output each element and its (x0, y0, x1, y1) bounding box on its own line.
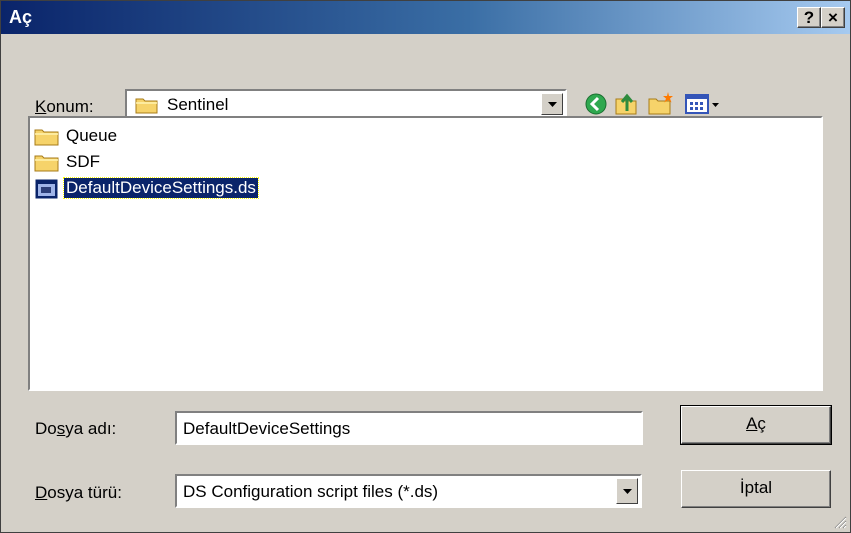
filename-value: DefaultDeviceSettings (183, 419, 351, 438)
chevron-down-icon (548, 102, 557, 107)
location-label: Konum: (35, 97, 94, 116)
close-button[interactable]: × (821, 7, 845, 28)
new-folder-icon[interactable] (646, 89, 676, 119)
file-name: SDF (66, 152, 100, 171)
folder-icon (135, 98, 158, 114)
folder-icon (34, 155, 59, 172)
folder-icon (34, 129, 59, 146)
filetype-combobox[interactable]: DS Configuration script files (*.ds) (175, 474, 642, 508)
script-file-icon (35, 179, 58, 199)
location-value: Sentinel (167, 95, 229, 114)
title-bar[interactable]: Aç ? × (1, 1, 850, 34)
file-list[interactable]: Queue SDF DefaultDeviceSettings.ds (28, 116, 823, 391)
open-button[interactable]: Aç (680, 405, 832, 445)
chevron-down-icon (623, 489, 632, 494)
back-icon[interactable] (581, 89, 611, 119)
help-button[interactable]: ? (797, 7, 821, 28)
filename-input[interactable]: DefaultDeviceSettings (175, 411, 643, 445)
filetype-label: Dosya türü: (35, 483, 122, 502)
file-name: DefaultDeviceSettings.ds (63, 177, 259, 199)
window-title: Aç (9, 7, 33, 27)
location-combobox[interactable]: Sentinel (125, 89, 567, 119)
filename-label: Dosya adı: (35, 419, 117, 438)
cancel-button[interactable]: İptal (681, 470, 831, 508)
up-folder-icon[interactable] (611, 89, 641, 119)
filetype-dropdown-button[interactable] (616, 478, 638, 504)
filetype-value: DS Configuration script files (*.ds) (183, 482, 439, 501)
file-name: Queue (66, 126, 118, 145)
view-menu-icon[interactable] (683, 89, 723, 119)
location-dropdown-button[interactable] (541, 93, 563, 115)
open-file-dialog: Aç ? × Konum: Sentinel Queue SDF Default… (0, 0, 851, 533)
resize-grip-icon[interactable] (833, 515, 847, 529)
